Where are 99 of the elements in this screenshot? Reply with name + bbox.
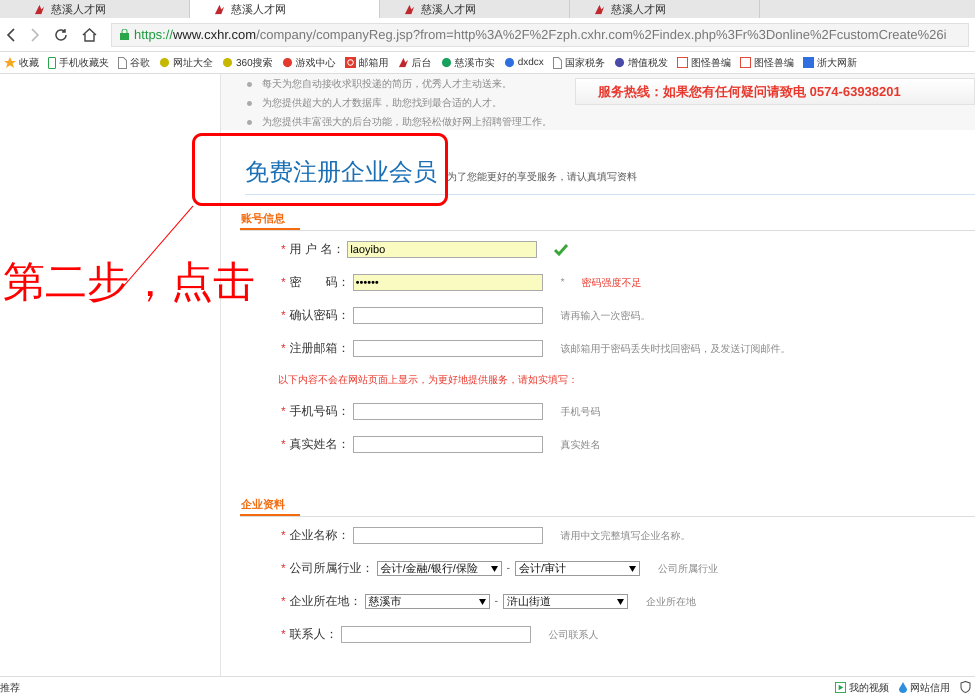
dropdown[interactable]: 会计/审计 bbox=[515, 561, 640, 576]
star-icon bbox=[4, 56, 16, 68]
field-label: * 密 码： bbox=[281, 274, 350, 291]
home-icon[interactable] bbox=[82, 28, 97, 42]
logo-icon bbox=[404, 4, 415, 14]
square-logo-icon bbox=[740, 57, 751, 68]
bullet-icon bbox=[247, 82, 252, 86]
bookmark[interactable]: 浙大网新 bbox=[802, 56, 857, 70]
bookmark[interactable]: 手机收藏夹 bbox=[48, 56, 109, 70]
field-label: * 联系人： bbox=[281, 626, 338, 643]
plus-circle-icon bbox=[222, 57, 233, 68]
bookmark[interactable]: dxdcx bbox=[504, 57, 544, 68]
address-bar[interactable]: https://www.cxhr.com/company/companyReg.jsp?from=http%3A%2F%2Fzph.cxhr.com%2Findex.php%3Fr%3Donline%2FcustomCreate%26i bbox=[111, 22, 969, 46]
hotline-banner: 服务热线：如果您有任何疑问请致电 0574-63938201 bbox=[575, 78, 975, 105]
square-logo-icon bbox=[676, 57, 688, 68]
input-field[interactable] bbox=[352, 436, 543, 453]
hint-text: * bbox=[560, 277, 565, 288]
caret-icon bbox=[617, 598, 624, 604]
section-heading: 企业资料 bbox=[240, 497, 300, 516]
hint-text: 请用中文完整填写企业名称。 bbox=[560, 530, 691, 542]
hint-text: 真实姓名 bbox=[560, 438, 601, 452]
logo-icon bbox=[398, 57, 409, 68]
field-label: * 注册邮箱： bbox=[281, 340, 350, 357]
bookmark[interactable]: 慈溪市实 bbox=[440, 56, 495, 70]
page-icon bbox=[552, 56, 562, 68]
separator-text: - bbox=[506, 563, 510, 574]
status-item[interactable]: 我的视频 bbox=[835, 680, 889, 694]
hint-text: 请再输入一次密码。 bbox=[560, 310, 651, 322]
logo-icon bbox=[594, 4, 605, 14]
warning-text: 密码强度不足 bbox=[582, 276, 642, 290]
plus-circle-icon bbox=[159, 57, 170, 68]
bookmark[interactable]: 收藏 bbox=[4, 56, 39, 70]
caret-icon bbox=[478, 598, 486, 604]
circle-logo-icon bbox=[614, 57, 625, 68]
field-label: * 真实姓名： bbox=[281, 436, 350, 453]
logo-icon bbox=[34, 4, 45, 14]
logo-icon bbox=[214, 4, 225, 14]
annotation-text: 第二步，点击 bbox=[3, 257, 255, 307]
c-logo-icon bbox=[440, 57, 452, 68]
field-label: * 企业名称： bbox=[281, 527, 350, 544]
input-field[interactable]: •••••• bbox=[352, 274, 543, 291]
intro-text: 为您提供超大的人才数据库，助您找到最合适的人才。 bbox=[262, 96, 502, 110]
status-item[interactable]: 网站信用 bbox=[899, 680, 950, 694]
subtitle-text: 为了您能更好的享受服务，请认真填写资料 bbox=[447, 170, 637, 185]
input-field[interactable] bbox=[352, 527, 543, 544]
page-icon bbox=[118, 56, 127, 68]
input-field[interactable] bbox=[352, 403, 543, 420]
field-label: * 企业所在地： bbox=[281, 593, 362, 610]
caret-icon bbox=[629, 566, 636, 572]
dropdown[interactable]: 慈溪市 bbox=[364, 594, 490, 609]
page-title: 免费注册企业会员 bbox=[245, 158, 437, 188]
field-label: * 确认密码： bbox=[281, 307, 350, 324]
field-label: * 公司所属行业： bbox=[281, 560, 374, 577]
input-field[interactable] bbox=[340, 626, 531, 643]
hint-text: 公司所属行业 bbox=[658, 562, 718, 576]
field-label: * 用 户 名： bbox=[281, 241, 344, 258]
bookmark[interactable]: 增值税发 bbox=[614, 56, 668, 70]
mail-icon bbox=[344, 57, 356, 68]
bookmark[interactable]: 邮箱用 bbox=[344, 56, 389, 70]
bullet-icon bbox=[247, 120, 252, 124]
hint-text: 企业所在地 bbox=[646, 596, 696, 608]
bookmark[interactable]: 游戏中心 bbox=[282, 56, 336, 70]
bookmark[interactable]: 谷歌 bbox=[118, 56, 150, 70]
intro-text: 为您提供丰富强大的后台功能，助您轻松做好网上招聘管理工作。 bbox=[262, 116, 552, 129]
separator-text: - bbox=[494, 596, 498, 607]
bookmark[interactable]: 图怪兽编 bbox=[740, 56, 794, 70]
paw-icon bbox=[504, 57, 515, 68]
hint-text: 该邮箱用于密码丢失时找回密码，及发送订阅邮件。 bbox=[560, 342, 791, 356]
status-text: 推荐 bbox=[0, 682, 20, 694]
lock-icon bbox=[120, 29, 129, 40]
forward-icon[interactable] bbox=[30, 28, 40, 42]
notice-text: 以下内容不会在网站页面上显示，为更好地提供服务，请如实填写： bbox=[278, 374, 578, 387]
shield-icon[interactable] bbox=[960, 680, 971, 692]
square-logo-icon bbox=[802, 57, 814, 68]
dropdown[interactable]: 会计/金融/银行/保险 bbox=[376, 561, 502, 576]
input-field[interactable] bbox=[352, 340, 543, 357]
url-text: https://www.cxhr.com/company/companyReg.jsp?from=http%3A%2F%2Fzph.cxhr.com%2Findex.php%3Fr%3Donline%2FcustomCreate%26i bbox=[134, 27, 947, 42]
bookmark[interactable]: 后台 bbox=[398, 56, 432, 70]
phone-icon bbox=[48, 56, 56, 68]
game-icon bbox=[282, 57, 293, 68]
dropdown[interactable]: 浒山街道 bbox=[503, 594, 628, 609]
hint-text: 公司联系人 bbox=[548, 628, 599, 642]
input-field[interactable] bbox=[352, 307, 543, 324]
caret-icon bbox=[490, 566, 498, 572]
bookmark[interactable]: 网址大全 bbox=[159, 56, 213, 70]
section-heading: 账号信息 bbox=[240, 211, 300, 230]
browser-tab[interactable]: 慈溪人才网 bbox=[190, 0, 380, 18]
bullet-icon bbox=[247, 100, 252, 106]
input-field[interactable]: laoyibo bbox=[347, 241, 538, 258]
intro-text: 每天为您自动接收求职投递的简历，优秀人才主动送来。 bbox=[262, 78, 512, 91]
drop-icon bbox=[899, 682, 907, 693]
bookmark[interactable]: 360搜索 bbox=[222, 56, 273, 70]
hint-text: 手机号码 bbox=[560, 406, 601, 418]
reload-icon[interactable] bbox=[54, 28, 68, 42]
back-icon[interactable] bbox=[6, 28, 16, 42]
field-label: * 手机号码： bbox=[281, 403, 350, 420]
bookmark[interactable]: 国家税务 bbox=[552, 56, 605, 70]
bookmark[interactable]: 图怪兽编 bbox=[676, 56, 731, 70]
play-icon bbox=[835, 682, 846, 693]
